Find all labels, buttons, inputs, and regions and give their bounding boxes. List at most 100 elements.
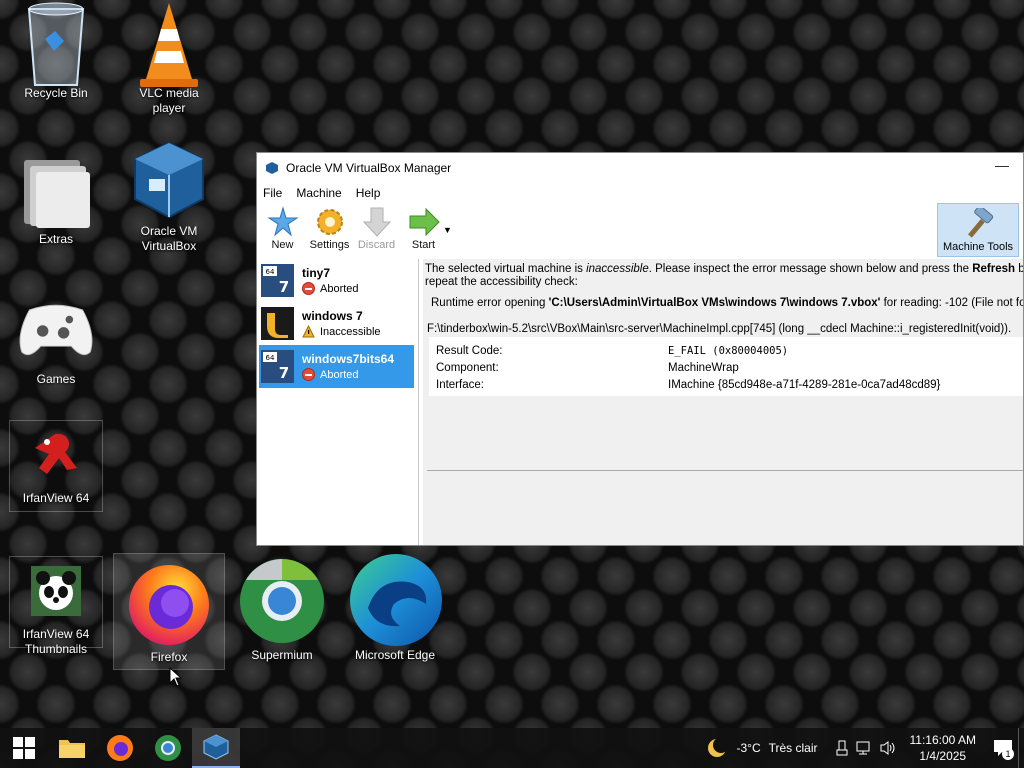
- folder-icon: [16, 150, 96, 230]
- new-button[interactable]: New: [259, 203, 306, 251]
- component-row: Component: MachineWrap: [430, 362, 1022, 374]
- message-text: . Please inspect the error message shown…: [648, 263, 973, 275]
- menu-file[interactable]: File: [263, 186, 282, 200]
- weather-temp: -3°C: [736, 741, 761, 755]
- desktop-icon-vlc[interactable]: VLC media player: [122, 3, 216, 116]
- desktop-icon-irfanview-thumbnails[interactable]: IrfanView 64 Thumbnails: [9, 556, 103, 656]
- window-title: Oracle VM VirtualBox Manager: [286, 161, 452, 175]
- start-button[interactable]: Start: [400, 203, 447, 251]
- taskbar: -3°C Très clair 11:16:00 AM 1/4/2025 1: [0, 728, 1024, 768]
- desktop-icon-recycle-bin[interactable]: Recycle Bin: [9, 2, 103, 101]
- start-label: Start: [411, 239, 436, 251]
- desktop-icon-virtualbox[interactable]: Oracle VM VirtualBox: [122, 141, 216, 254]
- desktop-icon-label: IrfanView 64 Thumbnails: [22, 627, 90, 656]
- interface-value: IMachine {85cd948e-a71f-4289-281e-0ca7ad…: [668, 379, 941, 391]
- svg-text:64: 64: [266, 354, 275, 362]
- weather-text: Très clair: [768, 741, 818, 755]
- vm-details-pane: The selected virtual machine is inaccess…: [423, 259, 1023, 545]
- virtualbox-manager-window: Oracle VM VirtualBox Manager — File Mach…: [256, 152, 1024, 546]
- start-dropdown-icon[interactable]: ▼: [443, 225, 453, 235]
- show-desktop-button[interactable]: [1018, 728, 1024, 768]
- result-code-row: Result Code: E_FAIL (0x80004005): [430, 345, 1022, 357]
- discard-button[interactable]: Discard: [353, 203, 400, 251]
- minimize-button[interactable]: —: [995, 157, 1009, 173]
- desktop-icon-label: IrfanView 64: [22, 491, 90, 505]
- usb-icon[interactable]: [835, 740, 849, 756]
- virtualbox-icon: [203, 734, 229, 760]
- message-text: button if you: [1018, 263, 1024, 275]
- result-code-label: Result Code:: [436, 345, 503, 357]
- desktop-icon-label: Supermium: [251, 648, 313, 662]
- aborted-icon: [302, 368, 315, 381]
- network-icon[interactable]: [855, 740, 873, 756]
- error-details-box: Runtime error opening 'C:\Users\Admin\Vi…: [427, 293, 1023, 471]
- svg-text:64: 64: [266, 268, 275, 276]
- clock[interactable]: 11:16:00 AM 1/4/2025: [910, 732, 977, 764]
- taskbar-file-explorer[interactable]: [48, 728, 96, 768]
- gamepad-icon: [16, 290, 96, 370]
- inaccessible-message: The selected virtual machine is inaccess…: [425, 259, 1023, 289]
- desktop-icon-supermium[interactable]: Supermium: [235, 556, 329, 663]
- gear-icon: [313, 205, 347, 239]
- volume-icon[interactable]: [879, 740, 897, 756]
- message-text: The selected virtual machine is: [425, 263, 587, 275]
- supermium-icon: [237, 556, 327, 646]
- menu-help[interactable]: Help: [356, 186, 381, 200]
- vm-name: windows 7: [302, 309, 363, 323]
- desktop-icon-label: Oracle VM VirtualBox: [140, 224, 198, 253]
- recycle-bin-icon: [16, 2, 96, 86]
- message-text: repeat the accessibility check:: [425, 276, 578, 288]
- firefox-icon: [124, 558, 214, 648]
- taskbar-supermium[interactable]: [144, 728, 192, 768]
- error-path: 'C:\Users\Admin\VirtualBox VMs\windows 7…: [548, 297, 881, 309]
- new-label: New: [271, 239, 294, 251]
- desktop-icon-label: Extras: [38, 232, 73, 246]
- vm-item-windows7bits64[interactable]: 64 7 windows7bits64 Aborted: [259, 345, 414, 388]
- start-menu-button[interactable]: [0, 728, 48, 768]
- error-line: Runtime error opening 'C:\Users\Admin\Vi…: [431, 297, 1023, 309]
- menu-machine[interactable]: Machine: [296, 186, 341, 200]
- error-info-table: Result Code: E_FAIL (0x80004005) Componen…: [429, 337, 1023, 396]
- interface-row: Interface: IMachine {85cd948e-a71f-4289-2…: [430, 379, 1022, 391]
- message-refresh-word: Refresh: [972, 263, 1016, 275]
- edge-icon: [348, 554, 444, 646]
- desktop-icon-games[interactable]: Games: [9, 290, 103, 387]
- vm-state: Aborted: [320, 368, 359, 381]
- desktop-icon-irfanview[interactable]: IrfanView 64: [9, 420, 103, 512]
- desktop-icon-firefox[interactable]: Firefox: [113, 553, 225, 670]
- desktop-icon-label: Microsoft Edge: [354, 648, 436, 662]
- warning-icon: [302, 325, 315, 338]
- clock-date: 1/4/2025: [919, 749, 967, 763]
- panda-icon: [16, 557, 96, 625]
- supermium-icon: [155, 735, 181, 761]
- clock-time: 11:16:00 AM: [909, 733, 977, 747]
- windows7-64-os-icon: 64 7: [261, 264, 294, 297]
- window-titlebar[interactable]: Oracle VM VirtualBox Manager —: [257, 153, 1023, 183]
- system-tray: -3°C Très clair 11:16:00 AM 1/4/2025 1: [706, 728, 1024, 768]
- error-source-line: F:\tinderbox\win-5.2\src\VBox\Main\src-s…: [427, 323, 1012, 335]
- folder-icon: [59, 740, 85, 758]
- action-center-button[interactable]: 1: [988, 728, 1018, 768]
- desktop-icon-edge[interactable]: Microsoft Edge: [348, 554, 442, 663]
- discard-label: Discard: [357, 239, 396, 251]
- windows7-64-os-icon: 64 7: [261, 350, 294, 383]
- machine-tools-label: Machine Tools: [942, 241, 1014, 253]
- svg-text:7: 7: [279, 278, 289, 296]
- error-text: for reading: -102 (File not fo: [880, 297, 1024, 309]
- vm-item-windows-7[interactable]: windows 7 Inaccessible: [257, 302, 418, 345]
- taskbar-firefox[interactable]: [96, 728, 144, 768]
- vm-item-tiny7[interactable]: 64 7 tiny7 Aborted: [257, 259, 418, 302]
- hammer-icon: [938, 205, 1018, 241]
- machine-tools-button[interactable]: Machine Tools: [937, 203, 1019, 257]
- firefox-icon: [107, 735, 133, 761]
- start-arrow-icon: [407, 205, 441, 239]
- result-code-value: E_FAIL (0x80004005): [668, 345, 789, 357]
- windows-logo-icon: [13, 737, 35, 759]
- taskbar-virtualbox[interactable]: [192, 728, 240, 768]
- notification-count: 1: [1002, 748, 1014, 760]
- weather-widget[interactable]: -3°C Très clair: [706, 737, 818, 759]
- interface-label: Interface:: [436, 379, 484, 391]
- settings-button[interactable]: Settings: [306, 203, 353, 251]
- desktop-icon-extras[interactable]: Extras: [9, 150, 103, 247]
- moon-weather-icon: [708, 737, 729, 757]
